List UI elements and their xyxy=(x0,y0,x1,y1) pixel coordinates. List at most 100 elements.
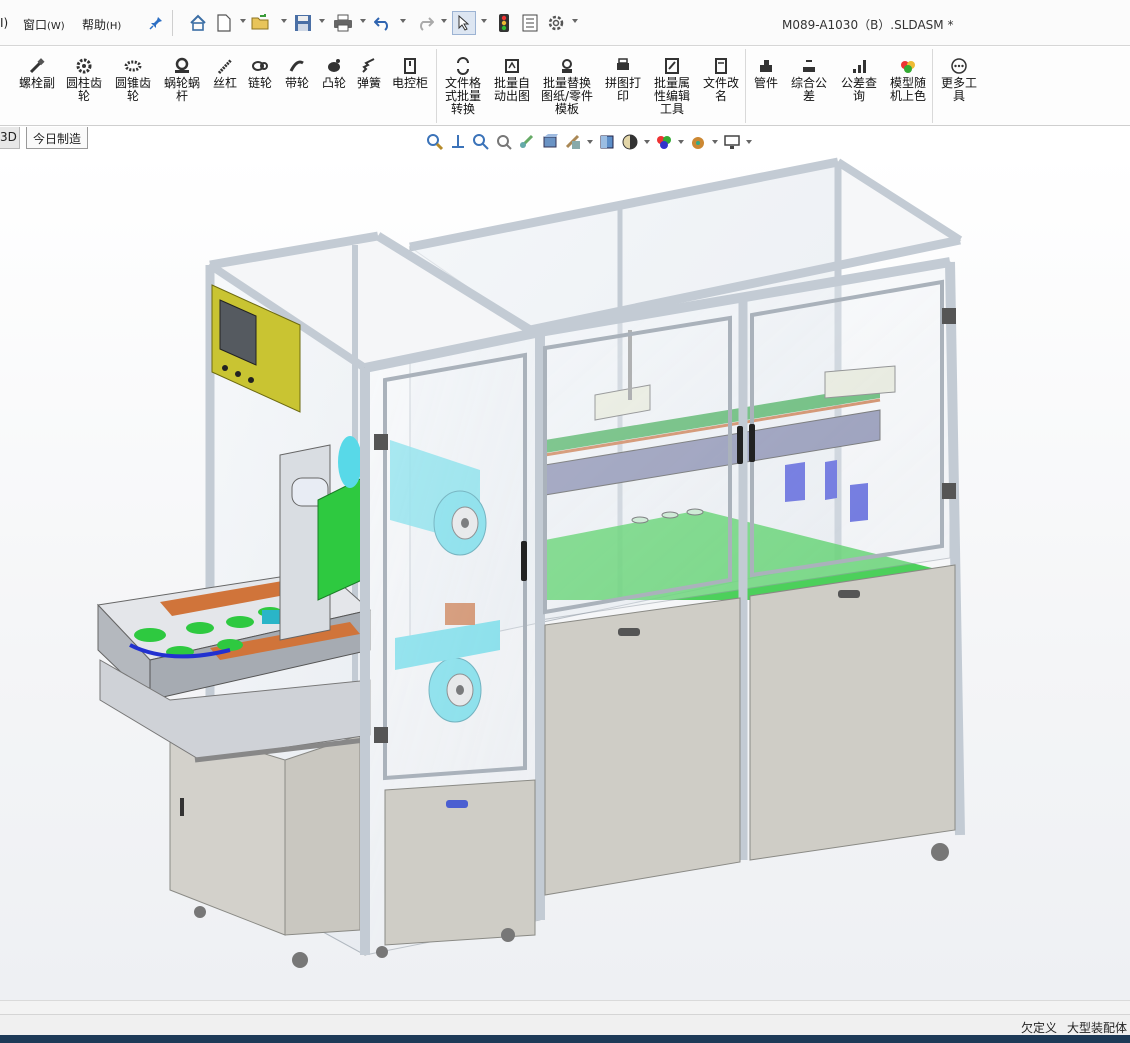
ribbon-button-label: 批量替换图纸/零件模板 xyxy=(540,76,594,116)
ribbon-button-1[interactable]: 圆柱齿轮 xyxy=(63,57,105,103)
format-convert-icon xyxy=(454,57,472,75)
apply-scene-icon[interactable] xyxy=(655,133,673,151)
previous-view-icon[interactable] xyxy=(472,133,490,151)
display-style-icon[interactable] xyxy=(564,133,582,151)
dropdown-caret-icon[interactable] xyxy=(712,140,718,144)
assembly-model[interactable] xyxy=(0,152,1130,1000)
ribbon-button-16[interactable]: 管件 xyxy=(751,57,781,90)
ribbon-button-7[interactable]: 凸轮 xyxy=(319,57,349,90)
ribbon-separator xyxy=(745,49,746,123)
zoom-area-icon[interactable] xyxy=(449,133,467,151)
ribbon-button-15[interactable]: 文件改名 xyxy=(700,57,742,103)
undo-icon[interactable] xyxy=(373,13,393,33)
spur-gear-icon xyxy=(75,57,93,75)
ribbon-button-8[interactable]: 弹簧 xyxy=(354,57,384,90)
zoom-to-fit-icon[interactable] xyxy=(426,133,444,151)
file-properties-icon[interactable] xyxy=(520,13,540,33)
ribbon-button-18[interactable]: 公差查询 xyxy=(837,57,881,103)
hide-show-items-icon[interactable] xyxy=(598,133,616,151)
bolt-pair-icon xyxy=(28,57,46,75)
ribbon-separator xyxy=(436,49,437,123)
save-icon[interactable] xyxy=(293,13,313,33)
menu-help[interactable]: 帮助(H) xyxy=(82,16,121,33)
pin-icon[interactable] xyxy=(146,13,166,33)
home-icon[interactable] xyxy=(188,13,208,33)
view-settings-icon[interactable] xyxy=(689,133,707,151)
section-view-icon[interactable] xyxy=(495,133,513,151)
horizontal-scrollbar[interactable] xyxy=(0,1000,1130,1014)
dropdown-caret-icon[interactable] xyxy=(678,140,684,144)
bevel-gear-icon xyxy=(124,57,142,75)
pulley-icon xyxy=(288,57,306,75)
ribbon-button-2[interactable]: 圆锥齿轮 xyxy=(112,57,154,103)
menu-window[interactable]: 窗口(W) xyxy=(23,16,65,33)
ribbon-button-label: 圆锥齿轮 xyxy=(114,76,151,103)
ribbon-button-4[interactable]: 丝杠 xyxy=(210,57,240,90)
worm-gear-icon xyxy=(173,57,191,75)
ribbon-button-0[interactable]: 螺栓副 xyxy=(14,57,60,90)
ribbon-button-10[interactable]: 文件格式批量转换 xyxy=(442,57,484,116)
ribbon-button-9[interactable]: 电控柜 xyxy=(390,57,430,90)
ribbon-button-label: 拼图打印 xyxy=(604,76,641,103)
print-icon[interactable] xyxy=(333,13,353,33)
menu-partial[interactable]: I) xyxy=(0,16,8,30)
ribbon-button-label: 管件 xyxy=(753,76,778,90)
traffic-light-icon[interactable] xyxy=(494,13,514,33)
options-gear-icon[interactable] xyxy=(546,13,566,33)
ribbon-button-label: 螺栓副 xyxy=(18,76,55,90)
ribbon-separator xyxy=(932,49,933,123)
view-orientation-icon[interactable] xyxy=(541,133,559,151)
edit-appearance-icon[interactable] xyxy=(621,133,639,151)
ribbon-button-12[interactable]: 批量替换图纸/零件模板 xyxy=(540,57,594,116)
ribbon-button-label: 链轮 xyxy=(247,76,272,90)
redo-icon[interactable] xyxy=(415,13,435,33)
batch-drawing-icon xyxy=(503,57,521,75)
status-underdefined: 欠定义 xyxy=(1021,1021,1058,1035)
os-taskbar xyxy=(0,1035,1130,1043)
ribbon-button-14[interactable]: 批量属性编辑工具 xyxy=(651,57,693,116)
spring-icon xyxy=(360,57,378,75)
file-rename-icon xyxy=(712,57,730,75)
lead-screw-icon xyxy=(216,57,234,75)
open-folder-icon[interactable] xyxy=(251,13,271,33)
pipe-fitting-icon xyxy=(757,57,775,75)
sprocket-icon xyxy=(251,57,269,75)
ribbon-button-6[interactable]: 带轮 xyxy=(282,57,312,90)
ribbon-button-11[interactable]: 批量自动出图 xyxy=(491,57,533,103)
collage-print-icon xyxy=(614,57,632,75)
ribbon-button-label: 丝杠 xyxy=(212,76,237,90)
more-tools-icon xyxy=(950,57,968,75)
ribbon-button-label: 文件格式批量转换 xyxy=(444,76,481,116)
dropdown-caret-icon[interactable] xyxy=(587,140,593,144)
ribbon-button-label: 凸轮 xyxy=(321,76,346,90)
status-bar: 欠定义 大型装配体 xyxy=(0,1014,1130,1035)
ribbon-button-13[interactable]: 拼图打印 xyxy=(602,57,644,103)
ribbon-button-label: 蜗轮蜗杆 xyxy=(163,76,200,103)
ribbon-button-label: 电控柜 xyxy=(391,76,428,90)
ribbon-button-label: 公差查询 xyxy=(840,76,877,103)
graphics-area[interactable] xyxy=(0,152,1130,1000)
ribbon-button-label: 综合公差 xyxy=(790,76,827,103)
tab-today-manufacturing[interactable]: 今日制造 xyxy=(26,127,89,149)
cam-icon xyxy=(325,57,343,75)
random-color-icon xyxy=(899,57,917,75)
ribbon-button-label: 批量属性编辑工具 xyxy=(653,76,690,116)
heads-up-view-toolbar xyxy=(426,131,752,153)
dynamic-annotation-icon[interactable] xyxy=(518,133,536,151)
select-arrow-icon[interactable] xyxy=(452,11,476,35)
ribbon-button-20[interactable]: 更多工具 xyxy=(937,57,981,103)
document-title: M089-A1030（B）.SLDASM * xyxy=(782,18,954,32)
ribbon-button-3[interactable]: 蜗轮蜗杆 xyxy=(161,57,203,103)
ribbon-button-5[interactable]: 链轮 xyxy=(245,57,275,90)
tolerance-icon xyxy=(800,57,818,75)
display-pane-icon[interactable] xyxy=(723,133,741,151)
ribbon-toolbar: 螺栓副 圆柱齿轮 圆锥齿轮 蜗轮蜗杆 丝杠 链轮 带轮 凸轮 弹簧 电控柜 文件格式批量转换 批量自动… xyxy=(0,47,1130,126)
ribbon-button-label: 模型随机上色 xyxy=(889,76,926,103)
ribbon-button-17[interactable]: 综合公差 xyxy=(787,57,831,103)
ribbon-button-label: 圆柱齿轮 xyxy=(65,76,102,103)
dropdown-caret-icon[interactable] xyxy=(746,140,752,144)
tab-3d[interactable]: 3D xyxy=(0,127,20,149)
ribbon-button-19[interactable]: 模型随机上色 xyxy=(886,57,930,103)
new-document-icon[interactable] xyxy=(214,13,234,33)
dropdown-caret-icon[interactable] xyxy=(644,140,650,144)
